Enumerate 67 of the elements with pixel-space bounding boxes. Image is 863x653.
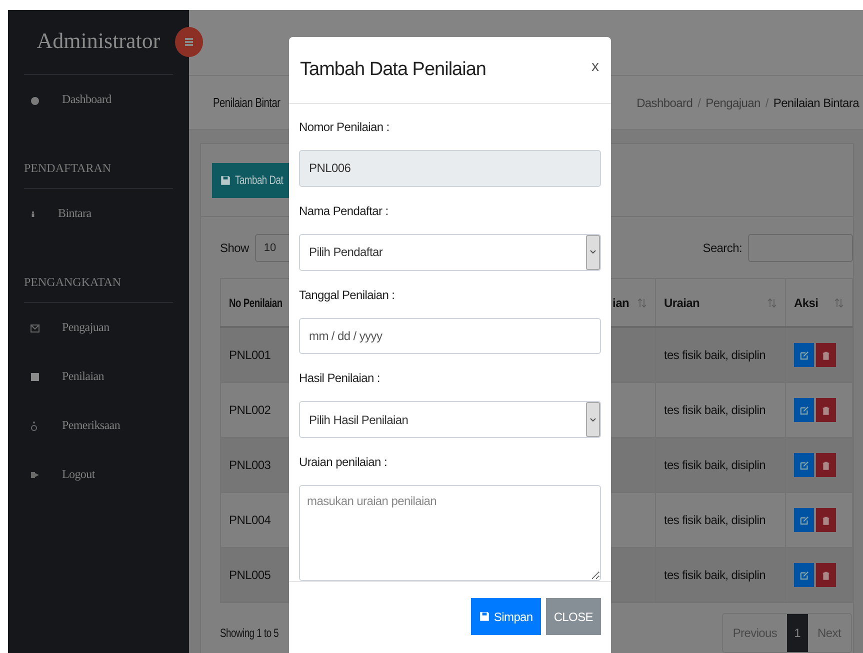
nav-link[interactable]: Bintara (24, 189, 173, 238)
nav-link[interactable]: Dashboard (24, 75, 173, 124)
modal-title: Tambah Data Penilaian (300, 59, 486, 81)
nav-link[interactable]: Logout (24, 450, 173, 499)
breadcrumb-separator: / (698, 96, 701, 110)
table-cell: tes fisik baik, disiplin (656, 382, 786, 438)
table-cell: tes fisik baik, disiplin (656, 327, 786, 382)
sort-icon[interactable] (637, 298, 647, 308)
nav-link[interactable]: Pengajuan (24, 303, 173, 352)
trash-icon (822, 460, 830, 470)
edit-button[interactable] (794, 343, 814, 367)
archive-icon (30, 372, 40, 382)
table-cell: tes fisik baik, disiplin (656, 492, 786, 548)
chevron-down-icon (590, 250, 596, 254)
chevron-down-icon (590, 418, 596, 422)
page-title: Penilaian Bintar (213, 95, 280, 110)
edit-button[interactable] (794, 453, 814, 477)
person-icon (30, 208, 36, 218)
nav-link[interactable]: Pemeriksaan (24, 401, 173, 450)
trash-icon (822, 516, 830, 524)
field-label: Nomor Penilaian : (299, 120, 390, 136)
pagination-button[interactable]: 1 (787, 614, 808, 652)
edit-button[interactable] (794, 563, 814, 587)
breadcrumb-link[interactable]: Dashboard (636, 96, 693, 110)
nav-link[interactable]: Penilaian (24, 352, 173, 401)
edit-button[interactable] (794, 508, 814, 532)
brand-title: Administrator (24, 10, 173, 75)
logout-icon (30, 470, 40, 480)
edit-icon (800, 350, 808, 360)
edit-icon (800, 460, 808, 470)
trash-icon (822, 406, 830, 414)
trash-icon (822, 350, 830, 360)
breadcrumb-link[interactable]: Pengajuan (706, 96, 760, 110)
input-field[interactable]: PNL006 (299, 150, 601, 187)
dismiss-button[interactable]: x (592, 58, 599, 74)
delete-button[interactable] (816, 398, 836, 422)
close-button[interactable]: CLOSE (546, 598, 601, 635)
wheelchair-icon (30, 420, 40, 430)
dashboard-icon (30, 94, 40, 104)
delete-button[interactable] (816, 453, 836, 477)
edit-icon (800, 570, 808, 580)
edit-icon (800, 406, 808, 414)
text-area[interactable]: masukan uraian penilaian (299, 485, 601, 581)
save-button[interactable]: Simpan (470, 598, 541, 635)
trash-icon (822, 570, 830, 580)
breadcrumb-link[interactable]: Penilaian Bintara (773, 96, 859, 110)
menu-icon (184, 37, 194, 47)
table-cell: tes fisik baik, disiplin (656, 548, 786, 602)
breadcrumb-separator: / (765, 96, 768, 110)
select-field[interactable]: Pilih Hasil Penilaian (299, 401, 601, 438)
delete-button[interactable] (816, 563, 836, 587)
nav-section-title: PENGANGKATAN (24, 252, 173, 303)
select-field[interactable]: Pilih Pendaftar (299, 234, 601, 271)
edit-button[interactable] (794, 398, 814, 422)
search-label: Search: (702, 240, 742, 254)
table-cell: tes fisik baik, disiplin (656, 438, 786, 492)
date-field[interactable]: mm / dd / yyyy (299, 318, 601, 354)
field-label: Nama Pendaftar : (299, 204, 390, 220)
delete-button[interactable] (816, 508, 836, 532)
table-info: Showing 1 to 5 (220, 626, 279, 640)
edit-icon (800, 516, 808, 524)
nav-section-title: PENDAFTARAN (24, 138, 173, 189)
envelope-icon (30, 322, 40, 332)
sort-icon[interactable] (767, 298, 777, 308)
sort-icon[interactable] (834, 298, 844, 308)
delete-button[interactable] (816, 343, 836, 367)
show-label: Show (220, 240, 249, 254)
